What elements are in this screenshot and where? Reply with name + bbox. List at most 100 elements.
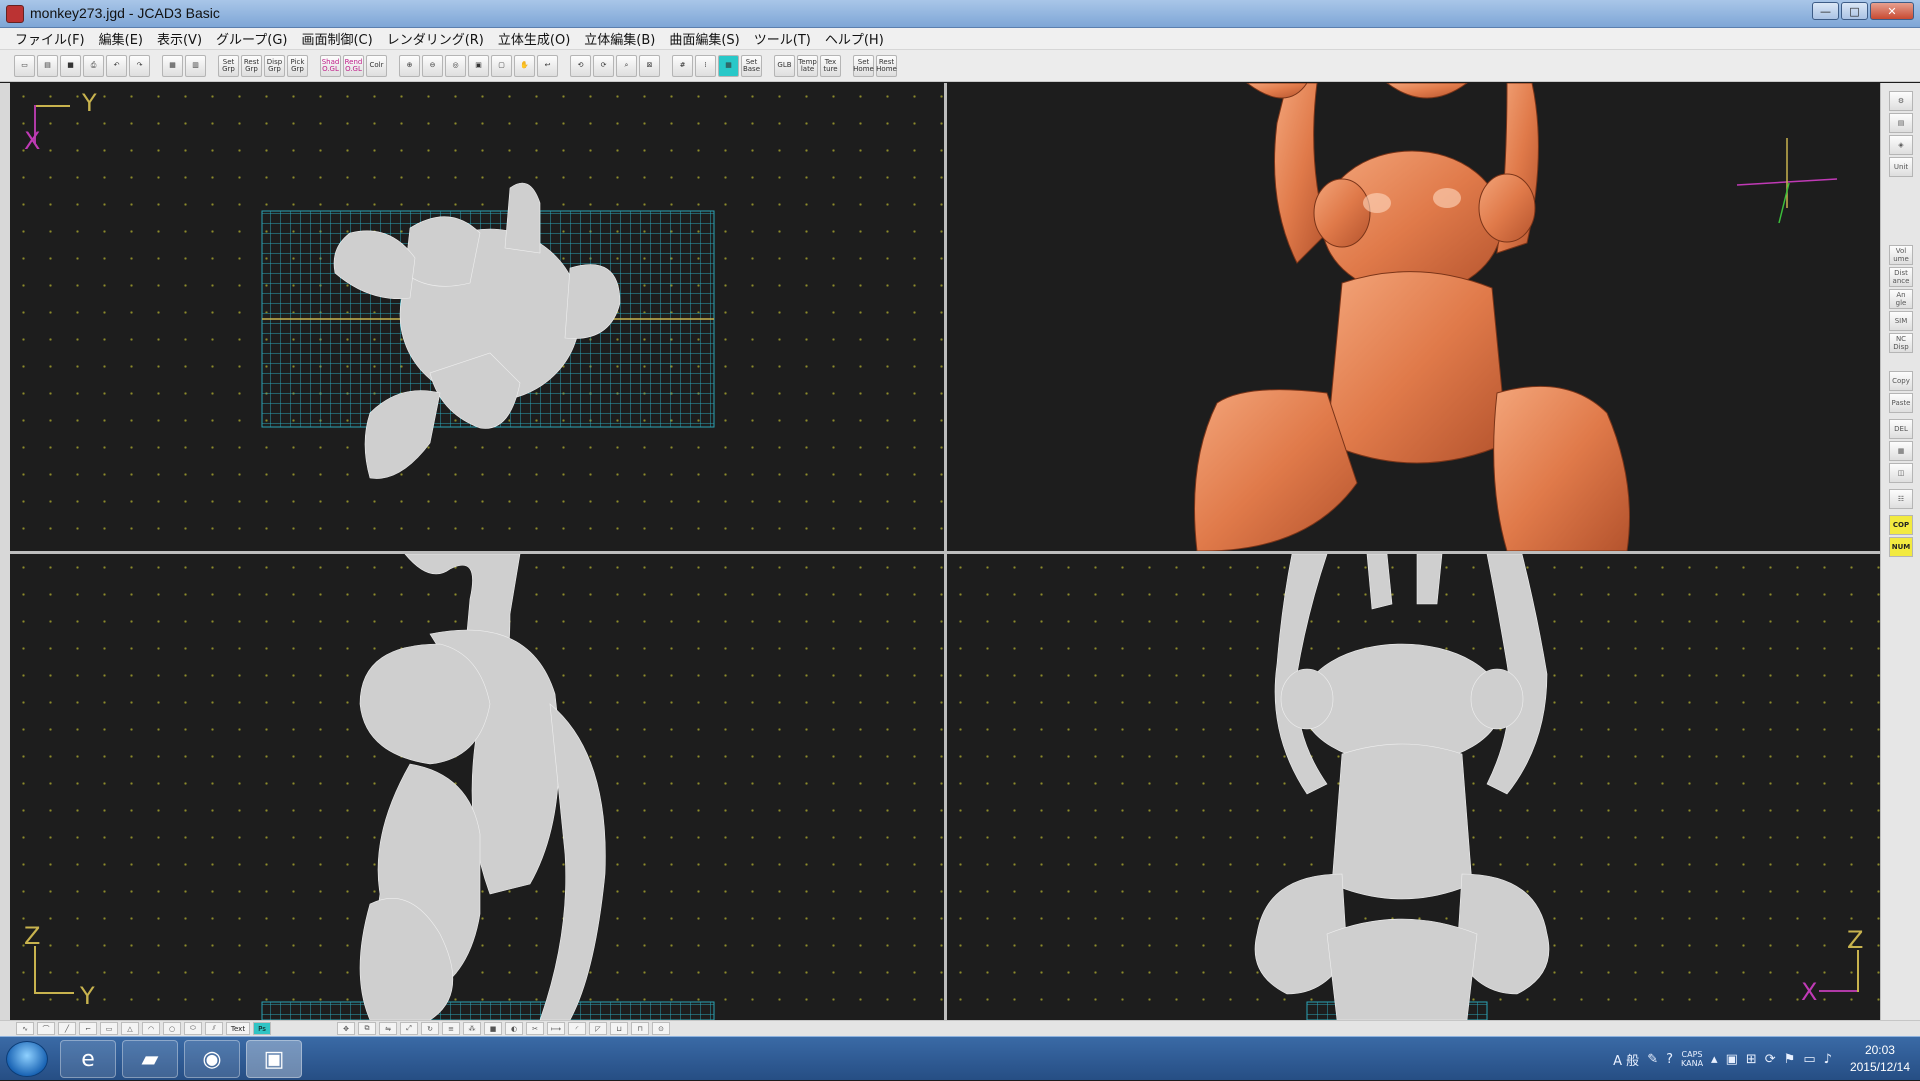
zoom-previous-icon[interactable]: ↩ xyxy=(537,54,558,77)
zoom-fit-icon[interactable]: ◎ xyxy=(445,54,466,77)
zoom-out-icon[interactable]: ⊖ xyxy=(422,54,443,77)
align-tool-icon[interactable]: ≡ xyxy=(442,1022,460,1035)
angle-button[interactable]: An gle xyxy=(1889,289,1913,309)
arc-tool-icon[interactable]: ◠ xyxy=(142,1022,160,1035)
internet-explorer-icon[interactable]: e xyxy=(60,1040,116,1078)
trim-tool-icon[interactable]: ✂ xyxy=(526,1022,544,1035)
open-folder-icon[interactable]: ▤ xyxy=(37,54,58,77)
tree-icon[interactable]: ☷ xyxy=(1889,489,1913,509)
sync-icon[interactable]: ⟳ xyxy=(1765,1052,1776,1067)
template-button[interactable]: Temp late xyxy=(797,54,818,77)
start-button[interactable] xyxy=(6,1041,48,1077)
copy-button[interactable]: Copy xyxy=(1889,371,1913,391)
curve-tool-icon[interactable]: ∿ xyxy=(16,1022,34,1035)
render-opengl-button[interactable]: Rend O.GL xyxy=(343,54,364,77)
taskbar-clock[interactable]: 20:03 2015/12/14 xyxy=(1850,1042,1910,1076)
viewport-side[interactable]: Z Y xyxy=(10,554,944,1020)
copy-view-icon[interactable]: ▦ xyxy=(162,54,183,77)
network-app-icon[interactable]: ▣ xyxy=(1726,1052,1738,1067)
view-zoom-icon[interactable]: ⌕ xyxy=(616,54,637,77)
flag-icon[interactable]: ⚑ xyxy=(1784,1052,1796,1067)
reflect-tool-icon[interactable]: ◐ xyxy=(505,1022,523,1035)
menu-rendering[interactable]: レンダリング(R) xyxy=(380,29,491,48)
zoom-in-icon[interactable]: ⊕ xyxy=(399,54,420,77)
split-tool-icon[interactable]: ⊓ xyxy=(631,1022,649,1035)
print-icon[interactable]: ⎙ xyxy=(83,54,104,77)
rotate-tool-icon[interactable]: ↻ xyxy=(421,1022,439,1035)
viewport-top[interactable]: Y X xyxy=(10,83,944,551)
pick-group-button[interactable]: Pick Grp xyxy=(287,54,308,77)
menu-file[interactable]: ファイル(F) xyxy=(8,29,92,48)
menu-solid-create[interactable]: 立体生成(O) xyxy=(491,29,577,48)
navigate-icon[interactable]: ◈ xyxy=(1889,135,1913,155)
minimize-button[interactable]: — xyxy=(1812,2,1839,20)
reset-group-button[interactable]: Rest Grp xyxy=(241,54,262,77)
chrome-icon[interactable]: ◉ xyxy=(184,1040,240,1078)
mirror-tool-icon[interactable]: ⇋ xyxy=(379,1022,397,1035)
menu-tools[interactable]: ツール(T) xyxy=(747,29,818,48)
network-icon[interactable]: ▭ xyxy=(1803,1052,1815,1067)
viewport-front[interactable]: Z X xyxy=(947,554,1880,1020)
menu-edit[interactable]: 編集(E) xyxy=(92,29,150,48)
delete-button[interactable]: DEL xyxy=(1889,419,1913,439)
rotate-view-alt-icon[interactable]: ⟳ xyxy=(593,54,614,77)
print-preview-icon[interactable]: ▤ xyxy=(1889,113,1913,133)
offset-tool-icon[interactable]: ⫽ xyxy=(205,1022,223,1035)
extend-tool-icon[interactable]: ⟼ xyxy=(547,1022,565,1035)
windows-icon[interactable]: ⊞ xyxy=(1746,1052,1757,1067)
help-icon[interactable]: ? xyxy=(1666,1052,1673,1067)
texture-button[interactable]: Tex ture xyxy=(820,54,841,77)
unit-button[interactable]: Unit xyxy=(1889,157,1913,177)
polyline-tool-icon[interactable]: ⌐ xyxy=(79,1022,97,1035)
zoom-all-icon[interactable]: ▢ xyxy=(491,54,512,77)
viewport-splitter-horizontal[interactable] xyxy=(10,551,1880,554)
color-button[interactable]: Colr xyxy=(366,54,387,77)
object-icon[interactable]: ◫ xyxy=(1889,463,1913,483)
line-tool-icon[interactable]: ╱ xyxy=(58,1022,76,1035)
rect-tool-icon[interactable]: ▭ xyxy=(100,1022,118,1035)
join-tool-icon[interactable]: ⊔ xyxy=(610,1022,628,1035)
scale-tool-icon[interactable]: ⤢ xyxy=(400,1022,418,1035)
nc-display-button[interactable]: NC Disp xyxy=(1889,333,1913,353)
set-group-button[interactable]: Set Grp xyxy=(218,54,239,77)
ime-language-indicator[interactable]: A 般 xyxy=(1613,1050,1639,1069)
grid-table-icon[interactable]: ▦ xyxy=(1889,441,1913,461)
menu-view[interactable]: 表示(V) xyxy=(150,29,209,48)
viewport-perspective[interactable] xyxy=(947,83,1880,551)
pan-hand-icon[interactable]: ✋ xyxy=(514,54,535,77)
snap-grid-icon[interactable]: ⁞ xyxy=(695,54,716,77)
fill-tool-icon[interactable]: ■ xyxy=(484,1022,502,1035)
zoom-window-icon[interactable]: ▣ xyxy=(468,54,489,77)
num-button[interactable]: NUM xyxy=(1889,537,1913,557)
close-button[interactable]: ✕ xyxy=(1870,2,1914,20)
glb-button[interactable]: GLB xyxy=(774,54,795,77)
menu-solid-edit[interactable]: 立体編集(B) xyxy=(577,29,662,48)
view-frame-icon[interactable]: ⊠ xyxy=(639,54,660,77)
copy-tool-icon[interactable]: ⧉ xyxy=(358,1022,376,1035)
view-rotate-icon[interactable]: ⚙ xyxy=(1889,91,1913,111)
move-tool-icon[interactable]: ✥ xyxy=(337,1022,355,1035)
distance-button[interactable]: Dist ance xyxy=(1889,267,1913,287)
layout-icon[interactable]: ▥ xyxy=(185,54,206,77)
ime-tools-icon[interactable]: ✎ xyxy=(1647,1052,1658,1067)
rotate-view-icon[interactable]: ⟲ xyxy=(570,54,591,77)
redo-icon[interactable]: ↷ xyxy=(129,54,150,77)
volume-icon[interactable]: ♪ xyxy=(1824,1052,1832,1067)
set-home-button[interactable]: Set Home xyxy=(853,54,874,77)
show-hidden-icons[interactable]: ▴ xyxy=(1711,1052,1718,1067)
array-tool-icon[interactable]: ⁂ xyxy=(463,1022,481,1035)
circle-tool-icon[interactable]: ○ xyxy=(163,1022,181,1035)
paste-button[interactable]: Paste xyxy=(1889,393,1913,413)
ps-tool-button[interactable]: Ps xyxy=(253,1022,271,1035)
sim-button[interactable]: SIM xyxy=(1889,311,1913,331)
ellipse-tool-icon[interactable]: ⬭ xyxy=(184,1022,202,1035)
fillet-tool-icon[interactable]: ◜ xyxy=(568,1022,586,1035)
cop-button[interactable]: COP xyxy=(1889,515,1913,535)
menu-help[interactable]: ヘルプ(H) xyxy=(818,29,891,48)
undo-icon[interactable]: ↶ xyxy=(106,54,127,77)
maximize-button[interactable]: □ xyxy=(1841,2,1868,20)
chamfer-tool-icon[interactable]: ◸ xyxy=(589,1022,607,1035)
text-tool-button[interactable]: Text xyxy=(226,1022,250,1035)
display-group-button[interactable]: Disp Grp xyxy=(264,54,285,77)
grid-display-toggle-icon[interactable]: ▦ xyxy=(718,54,739,77)
